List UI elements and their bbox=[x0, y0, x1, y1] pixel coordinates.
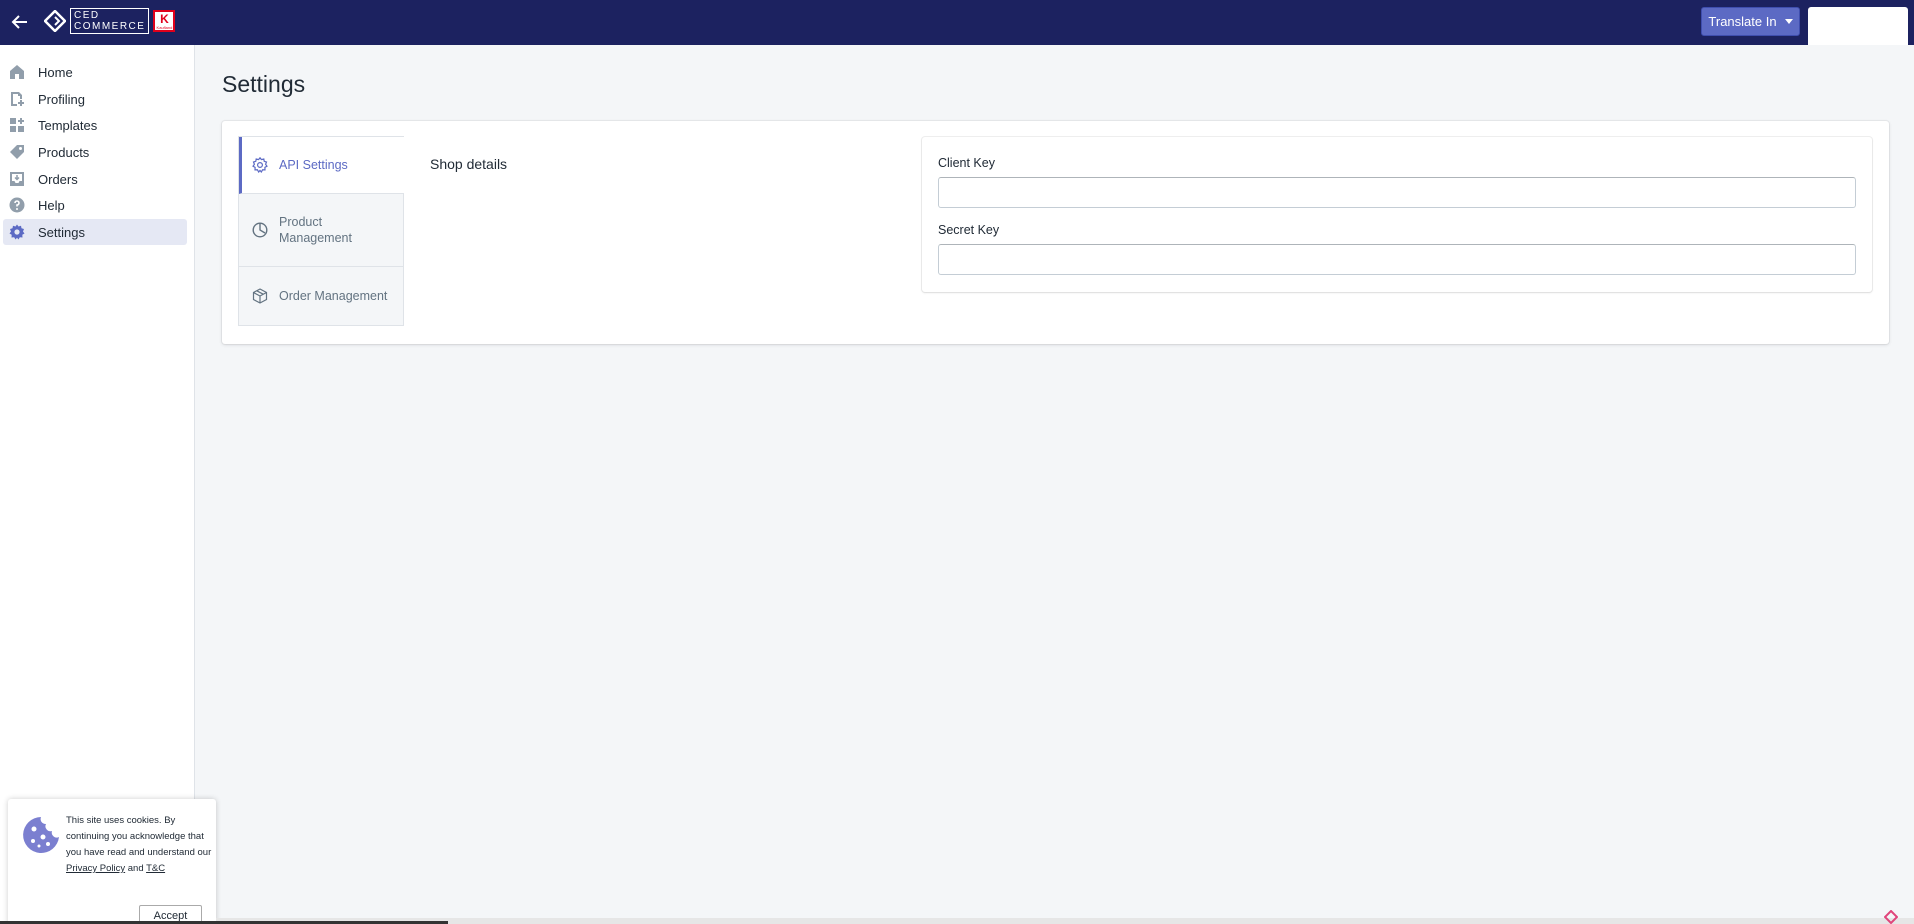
cookie-icon bbox=[23, 817, 59, 853]
caret-down-icon bbox=[1784, 19, 1793, 24]
shop-details-form: Client Key Secret Key bbox=[922, 137, 1872, 292]
sidebar-item-home[interactable]: Home bbox=[3, 59, 187, 85]
cookie-text-and: and bbox=[127, 863, 144, 874]
cookie-message: This site uses cookies. By continuing yo… bbox=[66, 813, 212, 877]
client-key-input[interactable] bbox=[938, 177, 1856, 208]
tab-label: Product Management bbox=[279, 215, 352, 245]
top-bar: CED COMMERCE K Kaufland Translate In bbox=[0, 0, 1914, 45]
question-icon bbox=[8, 196, 26, 214]
kaufland-badge: K Kaufland bbox=[153, 10, 176, 32]
sidebar-item-templates[interactable]: Templates bbox=[3, 112, 187, 138]
translate-button[interactable]: Translate In bbox=[1701, 7, 1800, 36]
sidebar-item-help[interactable]: Help bbox=[3, 192, 187, 218]
kaufland-badge-sub: Kaufland bbox=[156, 24, 173, 30]
kaufland-badge-letter: K bbox=[160, 11, 169, 26]
home-icon bbox=[8, 63, 26, 81]
translate-button-label: Translate In bbox=[1708, 14, 1777, 29]
sidebar-item-label: Orders bbox=[38, 171, 78, 187]
horizontal-scrollbar[interactable] bbox=[216, 918, 1914, 924]
privacy-policy-link[interactable]: Privacy Policy bbox=[66, 863, 125, 874]
pie-chart-icon bbox=[251, 221, 269, 239]
gear-icon bbox=[251, 156, 269, 174]
cedcommerce-logo-icon bbox=[44, 10, 66, 32]
account-area[interactable] bbox=[1808, 7, 1908, 45]
sidebar-item-label: Templates bbox=[38, 117, 98, 133]
sidebar-item-products[interactable]: Products bbox=[3, 139, 187, 165]
sidebar: Home Profiling Templates Products Orders… bbox=[0, 45, 195, 924]
tag-icon bbox=[8, 143, 26, 161]
back-arrow-icon[interactable] bbox=[8, 10, 32, 34]
sidebar-item-label: Profiling bbox=[38, 91, 85, 107]
sidebar-item-settings[interactable]: Settings bbox=[3, 219, 187, 245]
cookie-text-body: This site uses cookies. By continuing yo… bbox=[66, 815, 212, 858]
logo-text-line2: COMMERCE bbox=[74, 21, 146, 32]
section-title: Shop details bbox=[430, 156, 508, 172]
corner-widget-icon[interactable] bbox=[1884, 910, 1898, 924]
sidebar-item-label: Help bbox=[38, 197, 65, 213]
sidebar-item-label: Home bbox=[38, 64, 73, 80]
inbox-icon bbox=[8, 170, 26, 188]
sidebar-item-orders[interactable]: Orders bbox=[3, 166, 187, 192]
logo-text-line1: CED bbox=[74, 10, 100, 21]
box-icon bbox=[251, 287, 269, 305]
sidebar-item-label: Products bbox=[38, 144, 90, 160]
secret-key-label: Secret Key bbox=[938, 223, 1000, 237]
terms-link[interactable]: T&C bbox=[146, 863, 165, 874]
page-title: Settings bbox=[222, 71, 306, 97]
cookie-banner: This site uses cookies. By continuing yo… bbox=[8, 799, 216, 924]
secret-key-input[interactable] bbox=[938, 244, 1856, 275]
tab-label: Order Management bbox=[279, 289, 388, 303]
tab-api-settings[interactable]: API Settings bbox=[239, 137, 404, 194]
templates-icon bbox=[8, 116, 26, 134]
profiling-icon bbox=[8, 90, 26, 108]
settings-tabs: API Settings Product Management Order Ma… bbox=[238, 136, 404, 326]
tab-product-management[interactable]: Product Management bbox=[239, 194, 404, 267]
logo-text: CED COMMERCE bbox=[70, 8, 150, 34]
tab-order-management[interactable]: Order Management bbox=[239, 267, 404, 325]
gear-icon bbox=[8, 223, 26, 241]
sidebar-item-profiling[interactable]: Profiling bbox=[3, 86, 187, 112]
cedcommerce-logo: CED COMMERCE K Kaufland bbox=[44, 8, 176, 34]
tab-label: API Settings bbox=[279, 158, 348, 172]
settings-card: API Settings Product Management Order Ma… bbox=[222, 121, 1889, 344]
sidebar-item-label: Settings bbox=[38, 224, 85, 240]
client-key-label: Client Key bbox=[938, 156, 995, 170]
